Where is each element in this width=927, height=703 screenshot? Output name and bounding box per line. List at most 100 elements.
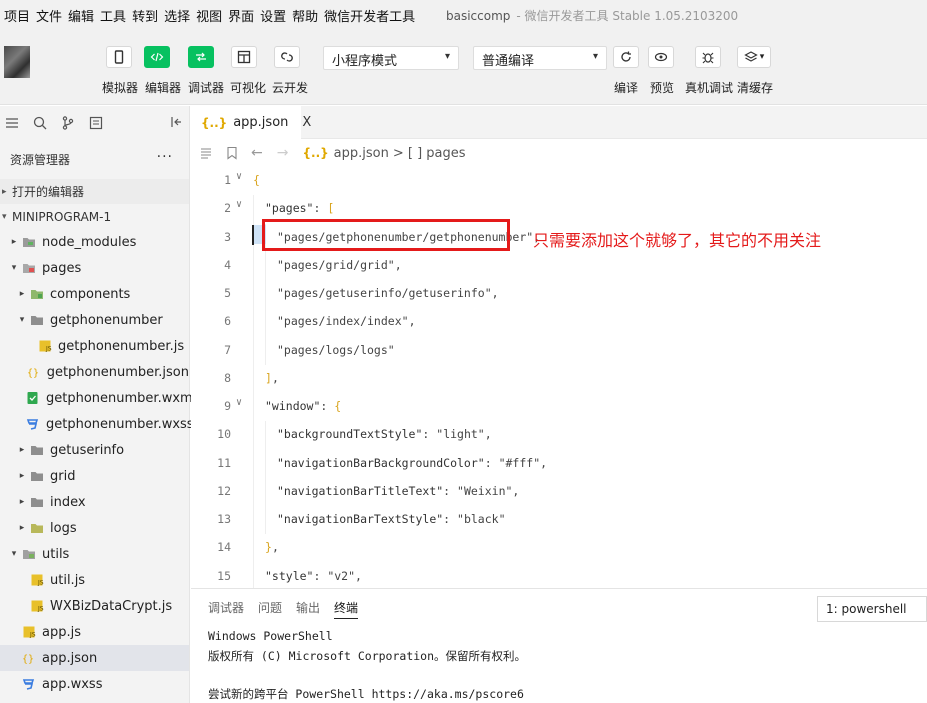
simulator-label: 模拟器 (102, 81, 139, 95)
fold-chevron-icon[interactable]: ∨ (236, 397, 242, 408)
list-icon[interactable] (199, 146, 213, 160)
line-number: 12 (217, 483, 231, 498)
tree-item[interactable]: ▾ getphonenumber (0, 307, 189, 333)
tree-item[interactable]: ▸ components (0, 281, 189, 307)
code-line: 14}, (191, 534, 927, 563)
chevron-right-icon[interactable]: ▸ (16, 497, 28, 507)
tree-item[interactable]: JS getphonenumber.js (0, 333, 189, 359)
menu-item-2[interactable]: 编辑 (68, 6, 94, 25)
compile-button[interactable] (613, 46, 639, 68)
preview-button[interactable] (648, 46, 674, 68)
tree-item[interactable]: ▸ getuserinfo (0, 437, 189, 463)
cloud-toggle-button[interactable] (274, 46, 300, 68)
terminal-select[interactable]: 1: powershell (817, 596, 927, 622)
tree-item[interactable]: app.wxss (0, 671, 189, 697)
code-token: "pages" (265, 201, 314, 216)
indent-guide (253, 449, 254, 478)
line-number: 13 (217, 512, 231, 526)
open-editors-section[interactable]: ▸ 打开的编辑器 (0, 179, 189, 204)
tree-item[interactable]: {} getphonenumber.json (0, 359, 189, 385)
close-tab-icon[interactable]: X (302, 115, 311, 130)
tab-label: app.json (233, 115, 289, 130)
tree-item[interactable]: JS util.js (0, 567, 189, 593)
menu-item-4[interactable]: 转到 (132, 6, 158, 25)
menu-item-6[interactable]: 视图 (196, 6, 222, 25)
indent-guide (265, 280, 266, 309)
folder-utils-icon (22, 547, 36, 561)
tree-item[interactable]: ▾ pages (0, 255, 189, 281)
chevron-right-icon[interactable]: ▸ (16, 289, 28, 299)
menu-item-5[interactable]: 选择 (164, 6, 190, 25)
tab-app-json[interactable]: {..} app.json X (191, 106, 311, 139)
tree-item[interactable]: ▾ utils (0, 541, 189, 567)
panel-tab-2[interactable]: 输出 (296, 599, 320, 619)
wxml-file-icon (26, 391, 40, 405)
tree-item[interactable]: ▸ grid (0, 463, 189, 489)
search-icon[interactable] (32, 115, 48, 131)
window-title: basiccomp - 微信开发者工具 Stable 1.05.2103200 (446, 7, 738, 24)
source-control-icon[interactable] (60, 115, 76, 131)
menu-item-9[interactable]: 帮助 (292, 6, 318, 25)
caret-down-icon: ▾ (592, 51, 598, 62)
panel-tab-3[interactable]: 终端 (334, 599, 359, 619)
menu-item-10[interactable]: 微信开发者工具 (324, 6, 415, 25)
tree-item[interactable]: getphonenumber.wxss (0, 411, 194, 437)
editor-toggle-button[interactable] (144, 46, 170, 68)
panel-tab-1[interactable]: 问题 (258, 599, 282, 619)
json-file-icon: {..} (201, 115, 228, 130)
files-icon[interactable] (4, 115, 20, 131)
menu-item-7[interactable]: 界面 (228, 6, 254, 25)
svg-text:JS: JS (37, 580, 44, 587)
more-actions-icon[interactable]: ··· (157, 149, 173, 165)
breadcrumb-file[interactable]: app.json (334, 146, 389, 161)
menu-item-1[interactable]: 文件 (36, 6, 62, 25)
tree-item[interactable]: getphonenumber.wxml (0, 385, 196, 411)
indent-guide (265, 308, 266, 337)
debugger-label: 调试器 (188, 81, 225, 95)
tree-item[interactable]: ▸ node_modules (0, 229, 189, 255)
visual-toggle-button[interactable] (231, 46, 257, 68)
chevron-right-icon[interactable]: ▸ (8, 237, 20, 247)
bookmark-icon[interactable] (225, 146, 239, 160)
mode-select[interactable]: 小程序模式 ▾ (323, 46, 459, 70)
tree-item[interactable]: JS app.js (0, 619, 189, 645)
breadcrumb-path[interactable]: > [ ] pages (393, 146, 466, 161)
tree-item[interactable]: ▸ logs (0, 515, 189, 541)
avatar[interactable] (4, 46, 30, 78)
menu-item-8[interactable]: 设置 (260, 6, 286, 25)
chevron-down-icon[interactable]: ▾ (8, 263, 20, 273)
chevron-right-icon[interactable]: ▸ (16, 445, 28, 455)
menu-item-3[interactable]: 工具 (100, 6, 126, 25)
debugger-toggle-button[interactable] (188, 46, 214, 68)
clear-cache-button[interactable]: ▾ (737, 46, 771, 68)
chevron-right-icon[interactable]: ▸ (16, 471, 28, 481)
editor-label: 编辑器 (145, 81, 182, 95)
tree-item[interactable]: ▸ index (0, 489, 189, 515)
panel-tab-0[interactable]: 调试器 (208, 599, 244, 619)
simulator-toggle-button[interactable] (106, 46, 132, 68)
fold-chevron-icon[interactable]: ∨ (236, 171, 242, 182)
line-number: 6 (224, 314, 231, 329)
collapse-sidebar-icon[interactable] (169, 115, 183, 129)
fold-chevron-icon[interactable]: ∨ (236, 199, 242, 210)
debug-arrows-icon (196, 52, 206, 62)
back-arrow-icon[interactable]: ← (251, 145, 263, 161)
chevron-down-icon[interactable]: ▾ (8, 549, 20, 559)
app-version: - 微信开发者工具 Stable 1.05.2103200 (516, 9, 739, 23)
chevron-down-icon[interactable]: ▾ (16, 315, 28, 325)
chevron-right-icon[interactable]: ▸ (16, 523, 28, 533)
code-line: 10 "backgroundTextStyle": "light", (191, 421, 927, 450)
menu-item-0[interactable]: 项目 (4, 6, 30, 25)
project-root-section[interactable]: ▾ MINIPROGRAM-1 (0, 204, 189, 229)
extensions-icon[interactable] (88, 115, 104, 131)
remote-debug-button[interactable] (695, 46, 721, 68)
tree-item[interactable]: JS WXBizDataCrypt.js (0, 593, 189, 619)
tree-item[interactable]: {} app.json (0, 645, 189, 671)
code-token: "black" (457, 512, 506, 526)
folder-components-icon (30, 287, 44, 301)
forward-arrow-icon[interactable]: → (277, 145, 289, 161)
code-token: : (320, 399, 335, 413)
code-text: "navigationBarTextStyle": "black" (277, 512, 506, 526)
compile-mode-select[interactable]: 普通编译 ▾ (473, 46, 607, 70)
tree-item-label: getphonenumber.json (46, 364, 189, 380)
